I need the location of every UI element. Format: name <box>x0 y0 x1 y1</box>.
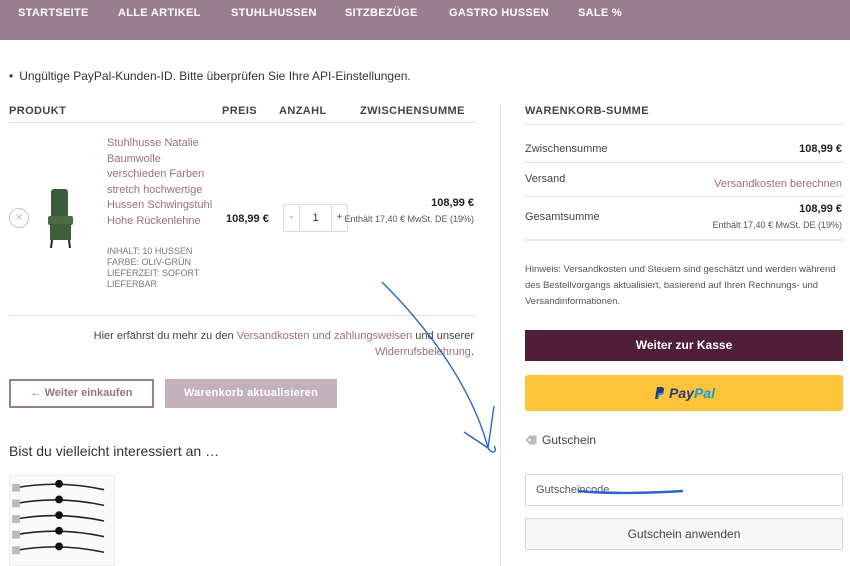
paypal-pal-text: Pal <box>693 385 715 401</box>
continue-shopping-button[interactable]: ← Weiter einkaufen <box>9 379 154 408</box>
totals-hint: Hinweis: Versandkosten und Steuern sind … <box>525 264 836 307</box>
proceed-to-checkout-button[interactable]: Weiter zur Kasse <box>525 330 843 361</box>
totals-subtotal-label: Zwischensumme <box>525 143 608 155</box>
totals-shipping-label: Versand <box>525 173 566 185</box>
table-header-divider <box>9 122 475 123</box>
shipping-info-text-1: Hier erfährst du mehr zu den <box>93 330 237 342</box>
totals-heading-divider <box>525 124 843 125</box>
shipping-costs-link[interactable]: Versandkosten und zahlungsweisen <box>237 330 413 342</box>
nav-item-sitzbezuege[interactable]: SITZBEZÜGE <box>345 7 418 19</box>
product-name-link[interactable]: Stuhlhusse Natalie Baumwolle verschieden… <box>107 136 219 229</box>
product-meta: INHALT: 10 HUSSEN FARBE: OLIV-GRÜN LIEFE… <box>107 246 219 290</box>
totals-subtotal-value: 108,99 € <box>799 143 842 155</box>
paypal-pay-text: Pay <box>669 385 694 401</box>
bullet-icon: • <box>9 69 14 83</box>
coupon-heading-text: Gutschein <box>542 433 597 447</box>
paypal-button[interactable]: PayPal <box>525 375 843 411</box>
shipping-info: Hier erfährst du mehr zu den Versandkost… <box>54 328 474 360</box>
product-thumbnail[interactable] <box>40 186 80 248</box>
coupon-heading: Gutschein <box>525 433 596 447</box>
cart-totals-heading: WARENKORB-SUMME <box>525 105 649 117</box>
column-divider <box>500 103 501 566</box>
paypal-icon <box>655 387 665 400</box>
quantity-input[interactable]: 1 <box>300 205 331 231</box>
totals-bottom-divider <box>525 239 843 241</box>
product-price: 108,99 € <box>226 213 269 225</box>
nav-item-stuhlhussen[interactable]: STUHLHUSSEN <box>231 7 317 19</box>
update-cart-button[interactable]: Warenkorb aktualisieren <box>165 379 337 408</box>
totals-row-divider <box>525 196 843 197</box>
shipping-info-text-2: und unserer <box>412 330 474 342</box>
column-header-product: PRODUKT <box>9 105 67 117</box>
tag-icon <box>525 435 537 445</box>
withdrawal-policy-link[interactable]: Widerrufsbelehrung <box>375 346 471 358</box>
cart-row-divider <box>9 315 475 316</box>
column-header-quantity: ANZAHL <box>279 105 327 117</box>
totals-total-label: Gesamtsumme <box>525 211 600 223</box>
main-navigation: STARTSEITE ALLE ARTIKEL STUHLHUSSEN SITZ… <box>0 0 850 40</box>
quantity-stepper: - 1 + <box>283 204 348 232</box>
remove-item-button[interactable]: × <box>9 208 29 228</box>
cross-sell-title: Bist du vielleicht interessiert an … <box>9 443 220 459</box>
apply-coupon-button[interactable]: Gutschein anwenden <box>525 518 843 550</box>
totals-row-divider <box>525 162 843 163</box>
nav-item-startseite[interactable]: STARTSEITE <box>18 7 89 19</box>
product-meta-color: FARBE: OLIV-GRÜN <box>107 257 192 267</box>
annotation-arrow-head <box>463 405 495 450</box>
nav-item-alle-artikel[interactable]: ALLE ARTIKEL <box>118 7 201 19</box>
calculate-shipping-link[interactable]: Versandkosten berechnen <box>714 178 842 190</box>
nav-item-gastro-hussen[interactable]: GASTRO HUSSEN <box>449 7 549 19</box>
totals-total-tax: Enthält 17,40 € MwSt. DE (19%) <box>712 220 842 230</box>
error-notice: • Ungültige PayPal-Kunden-ID. Bitte überp… <box>9 69 411 83</box>
column-header-subtotal: ZWISCHENSUMME <box>360 105 465 117</box>
annotation-arrow-shaft <box>381 281 497 453</box>
product-meta-content: INHALT: 10 HUSSEN <box>107 246 193 256</box>
quantity-decrease-button[interactable]: - <box>284 205 300 231</box>
product-meta-delivery: LIEFERZEIT: SOFORT LIEFERBAR <box>107 268 200 289</box>
line-subtotal-tax: Enthält 17,40 € MwSt. DE (19%) <box>344 214 474 224</box>
cross-sell-product-image[interactable] <box>9 475 115 566</box>
line-subtotal: 108,99 € <box>431 197 474 209</box>
error-notice-text: Ungültige PayPal-Kunden-ID. Bitte überpr… <box>19 69 411 83</box>
shipping-info-text-3: . <box>470 346 474 358</box>
nav-item-sale[interactable]: SALE % <box>578 7 622 19</box>
column-header-price: PREIS <box>222 105 258 117</box>
coupon-code-input[interactable] <box>525 474 843 506</box>
totals-total-value: 108,99 € <box>799 203 842 215</box>
